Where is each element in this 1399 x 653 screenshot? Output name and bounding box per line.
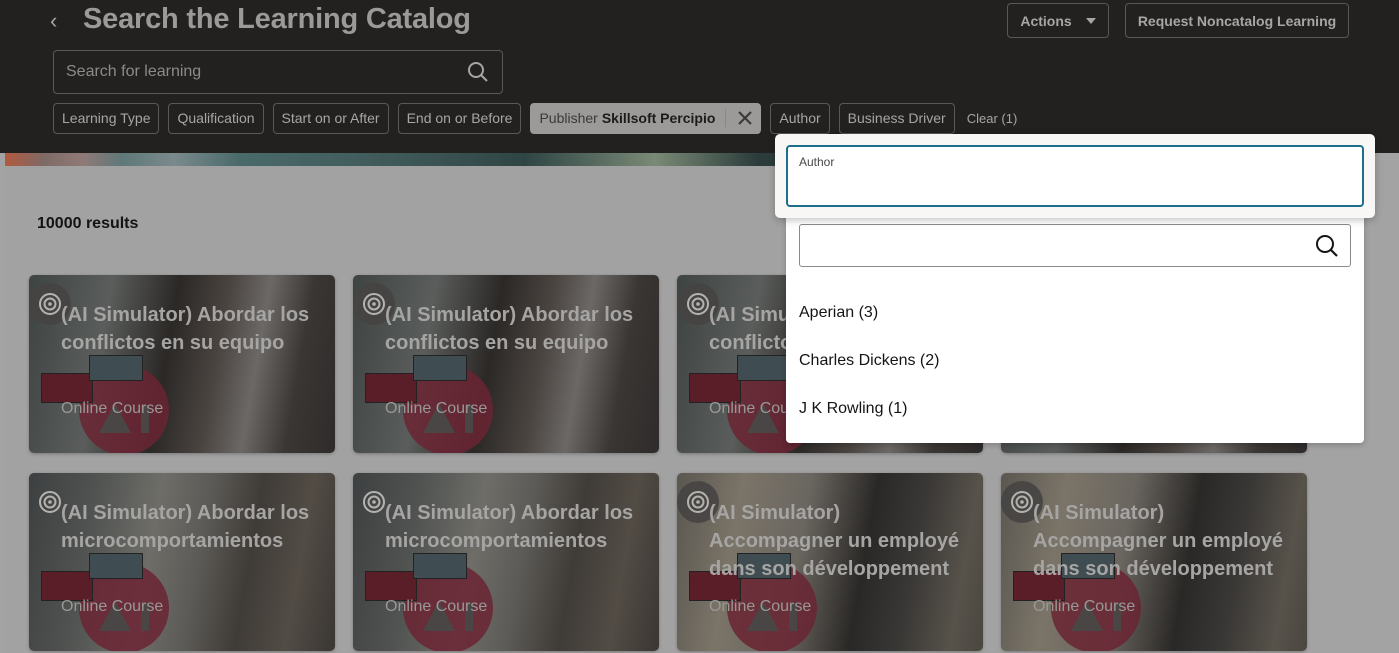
card-type: Online Course (1033, 598, 1136, 615)
ai-simulator-artwork (39, 543, 169, 651)
filter-bar: Learning Type Qualification Start on or … (53, 102, 1017, 134)
learning-search-input[interactable] (66, 63, 466, 81)
author-field[interactable]: Author (786, 145, 1364, 207)
author-options-list: Aperian (3) Charles Dickens (2) J K Rowl… (786, 211, 1364, 443)
filter-chip-learning-type[interactable]: Learning Type (53, 102, 160, 134)
search-icon[interactable] (1314, 233, 1340, 259)
request-noncatalog-learning-button[interactable]: Request Noncatalog Learning (1125, 3, 1349, 38)
filter-chip-end-on-or-before[interactable]: End on or Before (397, 102, 522, 134)
chip-divider (725, 109, 727, 127)
learning-card[interactable]: (AI Simulator) Accompagner un employé da… (1001, 473, 1307, 651)
author-search-field[interactable] (799, 224, 1351, 267)
search-icon[interactable] (466, 60, 490, 84)
back-button[interactable]: ‹ (50, 8, 68, 34)
learning-search-field[interactable] (53, 50, 503, 94)
actions-menu-button[interactable]: Actions (1007, 3, 1109, 38)
ai-simulator-artwork (39, 345, 169, 453)
card-title: (AI Simulator) Accompagner un employé da… (709, 502, 960, 580)
filter-chip-qualification[interactable]: Qualification (168, 102, 264, 134)
author-option[interactable]: Charles Dickens (2) (786, 341, 1364, 381)
clear-filters-link[interactable]: Clear (1) (967, 111, 1018, 126)
remove-publisher-filter-button[interactable] (730, 103, 760, 134)
filter-chip-author[interactable]: Author (770, 102, 830, 134)
ai-simulator-artwork (363, 345, 493, 453)
card-type: Online Course (385, 400, 488, 417)
learning-card[interactable]: (AI Simulator) Abordar los microcomporta… (353, 473, 659, 651)
filter-chip-start-on-or-after[interactable]: Start on or After (272, 102, 389, 134)
author-option[interactable]: J K Rowling (1) (786, 389, 1364, 429)
ai-simulator-artwork (363, 543, 493, 651)
card-type: Online Course (61, 400, 164, 417)
page-title: Search the Learning Catalog (83, 3, 471, 35)
learning-card[interactable]: (AI Simulator) Abordar los microcomporta… (29, 473, 335, 651)
card-title: (AI Simulator) Abordar los microcomporta… (385, 502, 634, 552)
learning-card[interactable]: (AI Simulator) Abordar los conflictos en… (29, 275, 335, 453)
author-filter-popup: Author (775, 134, 1375, 218)
card-title: (AI Simulator) Abordar los microcomporta… (61, 502, 310, 552)
filter-chip-publisher[interactable]: Publisher Skillsoft Percipio (530, 102, 762, 134)
author-field-label: Author (799, 155, 835, 169)
results-count: 10000 results (37, 215, 139, 232)
card-title: (AI Simulator) Abordar los conflictos en… (385, 304, 634, 354)
author-input[interactable] (799, 175, 1349, 199)
actions-label: Actions (1020, 12, 1072, 29)
caret-down-icon (1085, 17, 1096, 24)
chevron-left-icon: ‹ (50, 8, 58, 33)
card-type: Online Course (385, 598, 488, 615)
author-option[interactable]: Aperian (3) (786, 293, 1364, 333)
learning-card[interactable]: (AI Simulator) Abordar los conflictos en… (353, 275, 659, 453)
learning-card[interactable]: (AI Simulator) Accompagner un employé da… (677, 473, 983, 651)
card-title: (AI Simulator) Accompagner un employé da… (1033, 502, 1284, 580)
filter-chip-publisher-value: Skillsoft Percipio (601, 110, 716, 126)
card-type: Online Course (709, 598, 812, 615)
page-header: ‹ Search the Learning Catalog Actions Re… (0, 0, 1399, 153)
author-search-input[interactable] (810, 237, 1314, 254)
filter-chip-business-driver[interactable]: Business Driver (838, 102, 955, 134)
filter-chip-publisher-label: Publisher (539, 110, 598, 126)
card-type: Online Course (61, 598, 164, 615)
card-title: (AI Simulator) Abordar los conflictos en… (61, 304, 310, 354)
close-icon (738, 111, 753, 125)
